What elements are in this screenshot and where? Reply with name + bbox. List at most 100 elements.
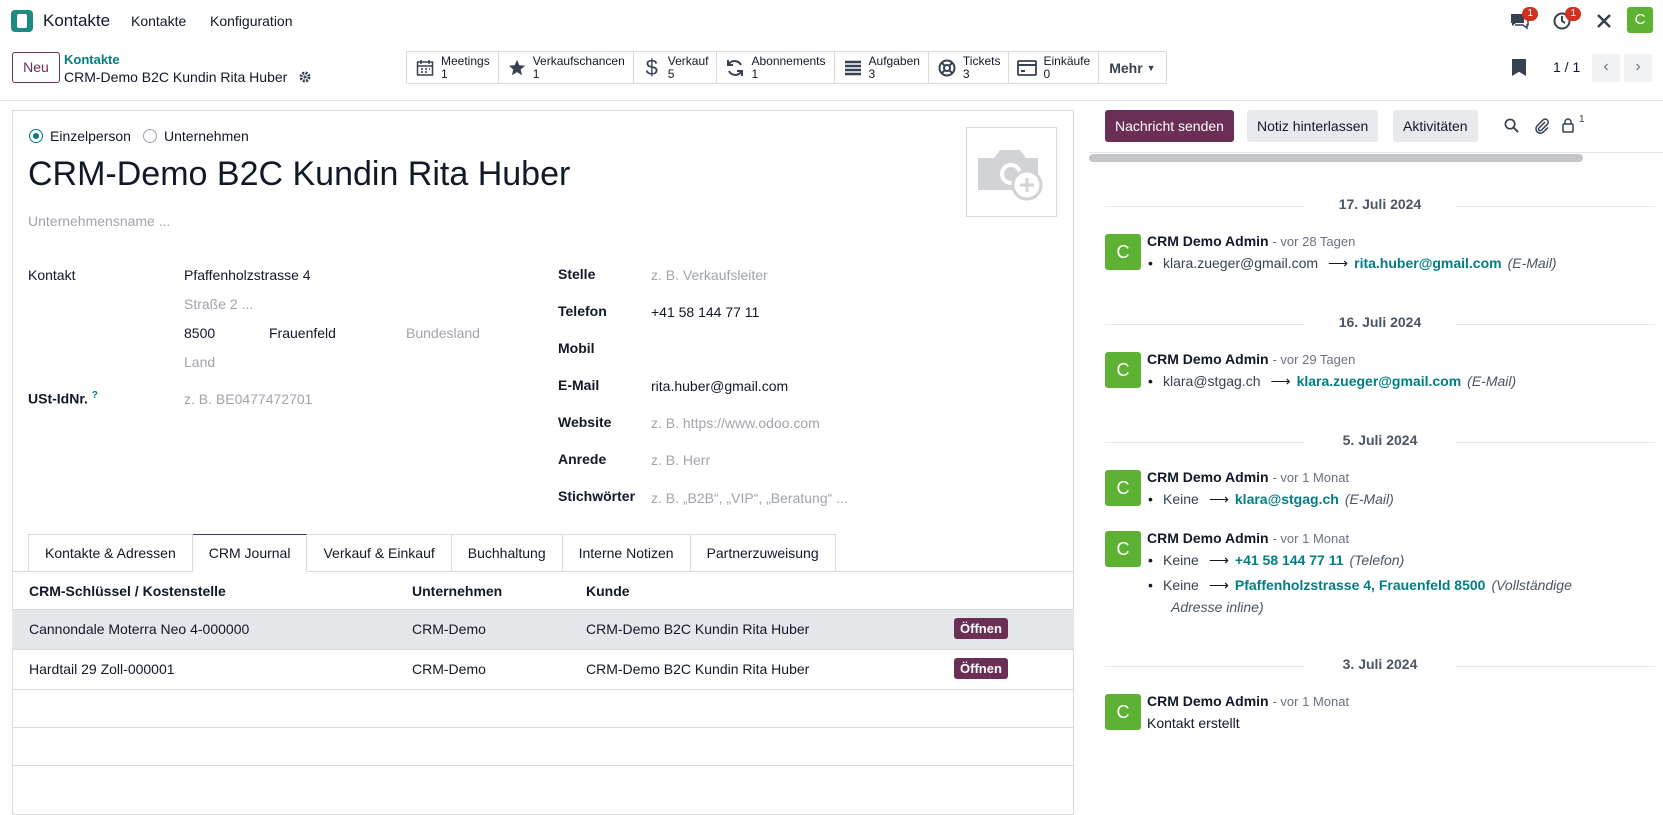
tracking-line: klara@stgag.ch ⟶ klara.zueger@gmail.com (E-… <box>1148 373 1516 390</box>
author-name[interactable]: CRM Demo Admin <box>1147 233 1269 249</box>
notebook-tabs: Kontakte & Adressen CRM Journal Verkauf … <box>28 534 836 572</box>
avatar-upload[interactable] <box>966 127 1057 217</box>
message-author: CRM Demo Admin - vor 1 Monat <box>1147 469 1349 485</box>
table-row[interactable]: Cannondale Moterra Neo 4-000000 CRM-Demo… <box>12 610 1074 650</box>
open-button[interactable]: Öffnen <box>954 658 1008 679</box>
help-icon[interactable]: ? <box>92 390 98 401</box>
tab-partner-assignment[interactable]: Partnerzuweisung <box>690 534 836 572</box>
job-label: Stelle <box>558 266 596 282</box>
bookmark-icon[interactable] <box>1512 59 1526 76</box>
breadcrumb-parent[interactable]: Kontakte <box>64 52 120 67</box>
smart-button-tasks[interactable]: Aufgaben 3 <box>835 52 929 83</box>
mobile-label: Mobil <box>558 340 595 356</box>
pager-previous-button[interactable]: ‹ <box>1592 54 1620 82</box>
smart-button-label: Abonnements <box>751 53 826 68</box>
smart-button-tickets[interactable]: Tickets 3 <box>929 52 1010 83</box>
website-field[interactable]: z. B. https://www.odoo.com <box>651 415 820 431</box>
smart-button-subscriptions[interactable]: Abonnements 1 <box>717 52 835 83</box>
cell-customer: CRM-Demo B2C Kundin Rita Huber <box>586 661 810 677</box>
author-name[interactable]: CRM Demo Admin <box>1147 693 1269 709</box>
star-icon <box>507 58 527 78</box>
menu-konfiguration[interactable]: Konfiguration <box>210 13 293 29</box>
radio-individual[interactable]: Einzelperson <box>29 128 131 144</box>
menu-kontakte[interactable]: Kontakte <box>131 13 186 29</box>
field-name: (Vollständige <box>1491 577 1572 593</box>
table-row[interactable]: Hardtail 29 Zoll-000001 CRM-Demo CRM-Dem… <box>12 650 1074 690</box>
tab-internal-notes[interactable]: Interne Notizen <box>562 534 691 572</box>
chevron-right-icon: › <box>1635 58 1641 75</box>
messages-icon[interactable]: 1 <box>1509 7 1538 31</box>
caret-down-icon: ▼ <box>1146 62 1156 73</box>
message-avatar[interactable]: C <box>1105 470 1141 506</box>
company-name-field[interactable]: Unternehmensname ... <box>28 213 170 229</box>
app-name[interactable]: Kontakte <box>43 11 110 31</box>
radio-company[interactable]: Unternehmen <box>143 128 249 144</box>
cell-key: Cannondale Moterra Neo 4-000000 <box>29 621 250 637</box>
contacts-app-icon[interactable] <box>11 10 33 32</box>
tab-sales-purchase[interactable]: Verkauf & Einkauf <box>307 534 452 572</box>
vat-label-text: USt-IdNr. <box>28 390 88 407</box>
salutation-field[interactable]: z. B. Herr <box>651 452 710 468</box>
zip-field[interactable]: 8500 <box>184 325 215 341</box>
tab-contacts-addresses[interactable]: Kontakte & Adressen <box>28 534 193 572</box>
gear-icon[interactable] <box>298 70 312 84</box>
lifebuoy-icon <box>937 58 957 78</box>
new-button[interactable]: Neu <box>12 52 60 83</box>
pager-next-button[interactable]: › <box>1624 54 1652 82</box>
new-value: klara@stgag.ch <box>1234 491 1339 507</box>
send-message-button[interactable]: Nachricht senden <box>1105 110 1234 142</box>
more-dropdown[interactable]: Mehr ▼ <box>1099 52 1165 83</box>
column-header-company[interactable]: Unternehmen <box>412 583 502 599</box>
state-field[interactable]: Bundesland <box>406 325 480 341</box>
author-name[interactable]: CRM Demo Admin <box>1147 469 1269 485</box>
message-avatar[interactable]: C <box>1105 352 1141 388</box>
contact-label: Kontakt <box>28 267 76 283</box>
date-separator: 17. Juli 2024 <box>1105 196 1655 216</box>
column-header-customer[interactable]: Kunde <box>586 583 630 599</box>
tab-accounting[interactable]: Buchhaltung <box>451 534 563 572</box>
paperclip-icon[interactable] <box>1534 118 1550 134</box>
phone-field[interactable]: +41 58 144 77 11 <box>651 304 759 320</box>
job-field[interactable]: z. B. Verkaufsleiter <box>651 267 768 283</box>
pager-value[interactable]: 1 / 1 <box>1553 59 1580 75</box>
new-value: klara.zueger@gmail.com <box>1296 373 1462 389</box>
activity-clock-icon[interactable]: 1 <box>1552 7 1581 31</box>
tab-crm-journal[interactable]: CRM Journal <box>192 534 308 572</box>
contact-name-field[interactable]: CRM-Demo B2C Kundin Rita Huber <box>28 155 570 194</box>
message-avatar[interactable]: C <box>1105 531 1141 567</box>
user-avatar[interactable]: C <box>1627 7 1653 33</box>
smart-button-purchases[interactable]: Einkäufe 0 <box>1009 52 1100 83</box>
message-avatar[interactable]: C <box>1105 234 1141 270</box>
arrow-right-icon: ⟶ <box>1208 491 1229 507</box>
smart-button-sales[interactable]: $ Verkauf 5 <box>634 52 718 83</box>
smart-button-opportunities[interactable]: Verkaufschancen 1 <box>499 52 634 83</box>
street-field[interactable]: Pfaffenholzstrasse 4 <box>184 267 311 283</box>
tags-field[interactable]: z. B. „B2B“, „VIP“, „Beratung“ ... <box>651 490 848 506</box>
credit-card-icon <box>1017 58 1038 78</box>
smart-button-meetings[interactable]: Meetings 1 <box>407 52 499 83</box>
column-header-key[interactable]: CRM-Schlüssel / Kostenstelle <box>29 583 226 599</box>
salutation-label: Anrede <box>558 451 607 467</box>
author-name[interactable]: CRM Demo Admin <box>1147 351 1269 367</box>
message-avatar[interactable]: C <box>1105 694 1141 730</box>
vat-field[interactable]: z. B. BE0477472701 <box>184 391 312 407</box>
country-field[interactable]: Land <box>184 354 215 370</box>
author-name[interactable]: CRM Demo Admin <box>1147 530 1269 546</box>
new-value: +41 58 144 77 11 <box>1234 552 1344 568</box>
mobile-field[interactable] <box>651 340 951 358</box>
activities-button[interactable]: Aktivitäten <box>1393 110 1478 142</box>
date-separator: 3. Juli 2024 <box>1105 656 1655 676</box>
horizontal-scrollbar[interactable] <box>1089 154 1583 162</box>
log-note-button[interactable]: Notiz hinterlassen <box>1247 110 1379 142</box>
followers-lock-icon[interactable] <box>1562 118 1578 134</box>
search-icon[interactable] <box>1504 118 1520 134</box>
camera-plus-icon <box>978 150 1043 201</box>
street2-field[interactable]: Straße 2 ... <box>184 296 253 312</box>
open-button[interactable]: Öffnen <box>954 618 1008 639</box>
message-date: - vor 29 Tagen <box>1272 352 1356 367</box>
debug-tools-icon[interactable] <box>1594 11 1614 31</box>
email-field[interactable]: rita.huber@gmail.com <box>651 378 788 394</box>
city-field[interactable]: Frauenfeld <box>269 325 336 341</box>
vat-label: USt-IdNr. ? <box>28 390 98 407</box>
tags-label: Stichwörter <box>558 488 636 504</box>
